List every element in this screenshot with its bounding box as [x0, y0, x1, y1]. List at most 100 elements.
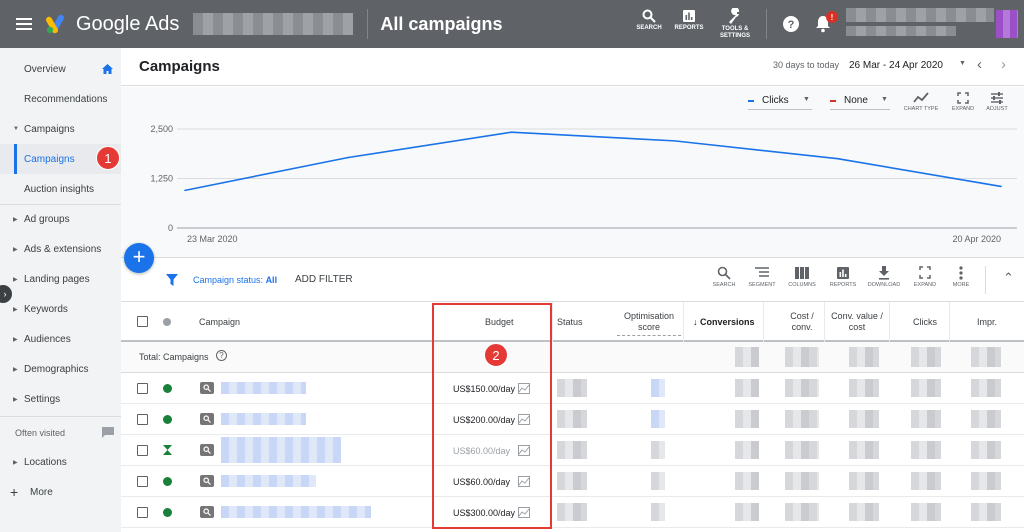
blurred-campaign-name[interactable] — [221, 413, 306, 425]
status-enabled-dot-icon[interactable] — [163, 415, 172, 424]
table-row[interactable]: US$60.00/day — [121, 466, 1024, 497]
sidebar-item-auction-insights[interactable]: Auction insights — [0, 176, 121, 202]
blurred-campaign-name[interactable] — [221, 437, 341, 463]
sidebar-item-demographics[interactable]: ▶ Demographics — [0, 356, 121, 382]
segment-label: SEGMENT — [748, 282, 776, 288]
download-label: DOWNLOAD — [867, 282, 901, 288]
sidebar-section-label: Often visited — [15, 428, 66, 438]
product-name: Google Ads — [76, 12, 180, 35]
sidebar-item-locations[interactable]: ▶ Locations — [0, 449, 121, 475]
collapse-chart-button[interactable]: ⌃ — [1003, 270, 1014, 286]
help-circle-icon[interactable]: ? — [216, 350, 227, 361]
blurred-campaign-name[interactable] — [221, 382, 306, 394]
date-range-value: 26 Mar - 24 Apr 2020 — [849, 60, 943, 71]
column-divider — [949, 302, 950, 342]
columns-icon — [795, 267, 809, 279]
date-range-selector[interactable]: 26 Mar - 24 Apr 2020 ▼ — [849, 57, 969, 75]
sidebar-item-ads-extensions[interactable]: ▶ Ads & extensions — [0, 236, 121, 262]
blurred-value — [785, 503, 819, 521]
row-checkbox[interactable] — [137, 445, 148, 456]
google-ads-logo[interactable]: Google Ads — [46, 13, 179, 36]
blurred-value — [557, 410, 587, 428]
comment-icon[interactable] — [102, 427, 114, 438]
row-checkbox[interactable] — [137, 507, 148, 518]
table-row[interactable]: US$200.00/day — [121, 404, 1024, 435]
sidebar-item-overview[interactable]: Overview — [0, 56, 121, 82]
plus-icon: + — [10, 484, 19, 500]
next-period-button[interactable]: › — [1001, 56, 1006, 73]
blurred-value — [651, 503, 665, 521]
column-header-clicks[interactable]: Clicks — [913, 317, 937, 327]
sidebar-group-campaigns[interactable]: ▼ Campaigns — [0, 116, 121, 142]
blurred-value — [735, 503, 759, 521]
campaigns-header: Campaigns 30 days to today 26 Mar - 24 A… — [121, 48, 1024, 86]
blurred-value — [849, 441, 879, 459]
add-filter-button[interactable]: ADD FILTER — [295, 274, 353, 285]
column-divider — [552, 302, 553, 342]
reports-tool-button[interactable]: REPORTS — [673, 9, 705, 32]
blurred-campaign-name[interactable] — [221, 506, 371, 518]
table-row[interactable]: US$150.00/day — [121, 373, 1024, 404]
data-point — [1000, 185, 1002, 188]
columns-button[interactable]: COLUMNS — [785, 266, 819, 289]
more-button[interactable]: MORE — [947, 266, 975, 289]
blurred-campaign-name[interactable] — [221, 475, 316, 487]
series-line-clicks — [184, 131, 1002, 192]
column-header-conversions[interactable]: ↓ Conversions — [693, 317, 755, 327]
caret-right-icon: ▶ — [13, 366, 18, 373]
blurred-value — [651, 379, 665, 397]
notifications-button[interactable]: ! — [814, 11, 838, 35]
search-tool-button[interactable]: SEARCH — [636, 9, 662, 32]
column-header-impressions[interactable]: Impr. — [977, 317, 997, 327]
blurred-value — [785, 410, 819, 428]
column-header-conv-value-cost[interactable]: Conv. value / cost — [829, 311, 885, 333]
blurred-value — [557, 503, 587, 521]
table-row[interactable]: US$60.00/day — [121, 435, 1024, 466]
tools-settings-button[interactable]: TOOLS & SETTINGS — [716, 8, 754, 40]
caret-down-icon: ▼ — [13, 126, 19, 132]
filter-icon[interactable] — [166, 274, 178, 286]
notification-badge: ! — [826, 11, 838, 23]
row-checkbox[interactable] — [137, 383, 148, 394]
sidebar-divider — [0, 416, 121, 417]
menu-icon[interactable] — [16, 18, 32, 30]
status-enabled-dot-icon[interactable] — [163, 508, 172, 517]
caret-right-icon: ▶ — [13, 276, 18, 283]
sidebar-item-settings[interactable]: ▶ Settings — [0, 386, 121, 412]
avatar[interactable] — [996, 10, 1018, 38]
column-header-optimisation-score[interactable]: Optimisation score — [617, 311, 681, 336]
table-reports-button[interactable]: REPORTS — [826, 266, 860, 289]
line-chart: 0 1,250 2,500 23 Mar 2020 20 Apr 2020 — [150, 124, 1017, 244]
table-search-button[interactable]: SEARCH — [709, 266, 739, 289]
column-header-status[interactable]: Status — [557, 317, 583, 327]
column-header-campaign[interactable]: Campaign — [199, 317, 240, 327]
search-campaign-type-icon — [200, 475, 214, 487]
status-enabled-dot-icon[interactable] — [163, 384, 172, 393]
data-point — [184, 189, 186, 192]
help-icon[interactable]: ? — [782, 15, 800, 33]
status-enabled-dot-icon[interactable] — [163, 477, 172, 486]
wrench-icon — [729, 8, 740, 24]
previous-period-button[interactable]: ‹ — [977, 56, 982, 73]
row-checkbox[interactable] — [137, 414, 148, 425]
table-expand-button[interactable]: EXPAND — [910, 266, 940, 289]
select-all-checkbox[interactable] — [137, 316, 148, 327]
sidebar-item-keywords[interactable]: ▶ Keywords — [0, 296, 121, 322]
column-header-cost-per-conv[interactable]: Cost / conv. — [783, 311, 821, 333]
row-checkbox[interactable] — [137, 476, 148, 487]
sidebar-item-recommendations[interactable]: Recommendations — [0, 86, 121, 112]
sidebar-item-ad-groups[interactable]: ▶ Ad groups — [0, 206, 121, 232]
home-icon — [102, 64, 113, 74]
segment-button[interactable]: SEGMENT — [745, 266, 779, 289]
sidebar-item-label: Recommendations — [24, 93, 108, 105]
download-button[interactable]: DOWNLOAD — [867, 266, 901, 289]
campaign-status-filter[interactable]: Campaign status: All — [193, 275, 277, 285]
sidebar-item-more[interactable]: + More — [0, 479, 121, 505]
y-tick-label: 0 — [168, 223, 173, 233]
table-row[interactable]: US$300.00/day — [121, 497, 1024, 528]
sidebar-item-label: Ad groups — [24, 213, 70, 225]
sidebar-item-audiences[interactable]: ▶ Audiences — [0, 326, 121, 352]
reports-icon — [837, 267, 849, 279]
divider — [766, 9, 767, 39]
sidebar-item-landing-pages[interactable]: ▶ Landing pages — [0, 266, 121, 292]
